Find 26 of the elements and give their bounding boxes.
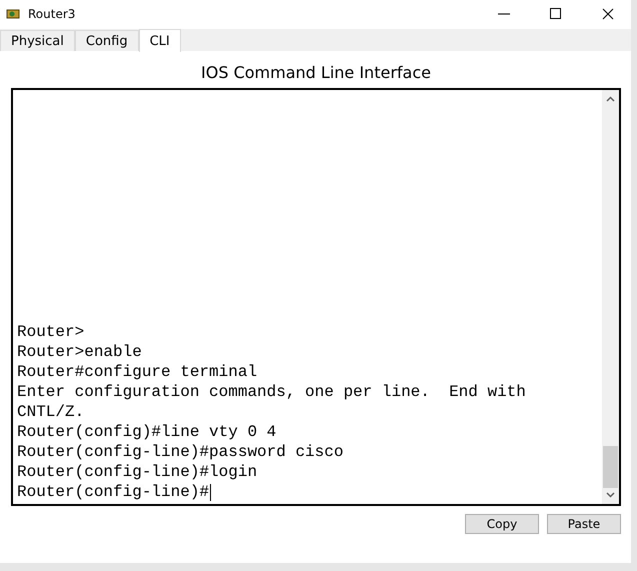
- tab[interactable]: Config: [74, 30, 139, 51]
- terminal-line: Router#configure terminal: [17, 362, 258, 382]
- terminal-line: Enter configuration commands, one per line. End with: [17, 382, 527, 402]
- terminal-line: Router>: [17, 322, 86, 342]
- tab[interactable]: CLI: [138, 29, 181, 52]
- scroll-down-icon[interactable]: [606, 492, 615, 498]
- terminal-panel[interactable]: [11, 88, 621, 506]
- terminal-line: Router(config-line)#password cisco: [17, 442, 344, 462]
- scroll-thumb[interactable]: [603, 446, 618, 488]
- terminal-line: Router(config-line)#login: [17, 462, 258, 482]
- terminal-line: Router>enable: [17, 342, 143, 362]
- terminal-line: Router(config)#line vty 0 4: [17, 422, 278, 442]
- close-icon[interactable]: [602, 8, 614, 20]
- paste-button[interactable]: Paste: [547, 514, 621, 534]
- maximize-icon[interactable]: [550, 8, 562, 20]
- router-icon: [6, 7, 22, 21]
- terminal-line: CNTL/Z.: [17, 402, 86, 422]
- minimize-icon[interactable]: [498, 13, 510, 15]
- section-heading: IOS Command Line Interface: [200, 63, 432, 82]
- window-title: Router3: [28, 7, 76, 21]
- tab[interactable]: Physical: [0, 30, 75, 51]
- terminal-line: Router(config-line)#: [17, 482, 212, 502]
- scrollbar[interactable]: [602, 90, 619, 504]
- copy-button[interactable]: Copy: [465, 514, 539, 534]
- scroll-up-icon[interactable]: [606, 96, 615, 102]
- text-cursor: [210, 484, 212, 500]
